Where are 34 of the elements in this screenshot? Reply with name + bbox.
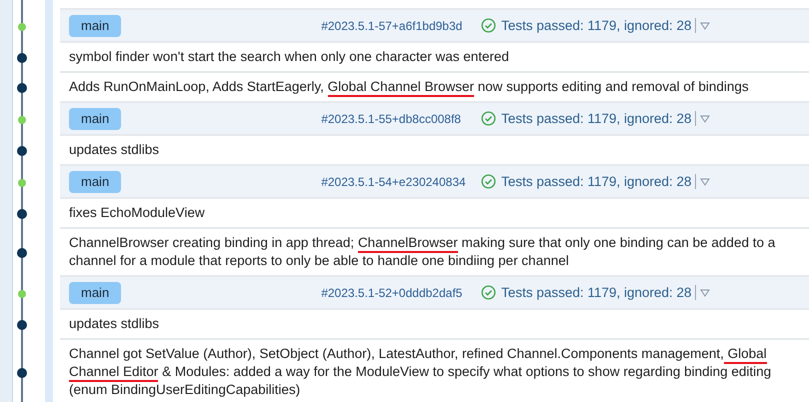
commit-message: updates stdlibs [69, 141, 160, 159]
build-link[interactable]: #2023.5.1-55+db8cc008f8 [321, 112, 482, 126]
build-link[interactable]: #2023.5.1-54+e230240834 [321, 174, 482, 188]
branch-badge[interactable]: main [69, 282, 122, 304]
build-link[interactable]: #2023.5.1-57+a6f1bd9b3d [321, 18, 482, 32]
timeline-dot [17, 53, 27, 63]
timeline-dot [17, 209, 27, 219]
commit-message: ChannelBrowser creating binding in app thread; ChannelBrowser making sure that only one binding can be added to a channel for a module that reports to only be able to handle one bindiing per channel [69, 234, 776, 270]
timeline-dot [17, 368, 27, 378]
timeline-dot [18, 22, 26, 30]
caret-button[interactable] [700, 114, 710, 122]
commit-message: Channel got SetValue (Author), SetObject (Author), LatestAuthor, refined Channel.Components management, Global Channel Editor & Modules: added a way for the ModuleView to specify what options to show regarding binding editing (enum BindingUserEditingCapabilities) [69, 345, 772, 399]
branch-badge[interactable]: main [69, 14, 122, 36]
timeline-dot [17, 248, 27, 258]
test-status[interactable]: Tests passed: 1179, ignored: 28 [501, 174, 692, 189]
timeline-dot [18, 178, 26, 186]
build-link[interactable]: #2023.5.1-52+0dddb2daf5 [321, 286, 482, 300]
test-status[interactable]: Tests passed: 1179, ignored: 28 [501, 111, 692, 126]
caret-button[interactable] [700, 178, 710, 186]
commit-message: Adds RunOnMainLoop, Adds StartEagerly, Global Channel Browser now supports editing and removal of bindings [69, 78, 749, 96]
commit-message: symbol finder won't start the search when only one character was entered [69, 48, 510, 66]
branch-badge[interactable]: main [69, 108, 122, 130]
timeline-dot [17, 320, 27, 330]
test-status[interactable]: Tests passed: 1179, ignored: 28 [501, 18, 692, 33]
timeline-dot [18, 290, 26, 298]
commit-message: updates stdlibs [69, 315, 160, 333]
caret-button[interactable] [700, 288, 710, 296]
commit-message: fixes EchoModuleView [69, 204, 205, 222]
timeline-dot [18, 116, 26, 124]
branch-badge[interactable]: main [69, 170, 122, 192]
caret-button[interactable] [700, 22, 710, 30]
test-status[interactable]: Tests passed: 1179, ignored: 28 [501, 285, 692, 300]
timeline-dot [17, 146, 27, 156]
timeline-dot [17, 83, 27, 93]
